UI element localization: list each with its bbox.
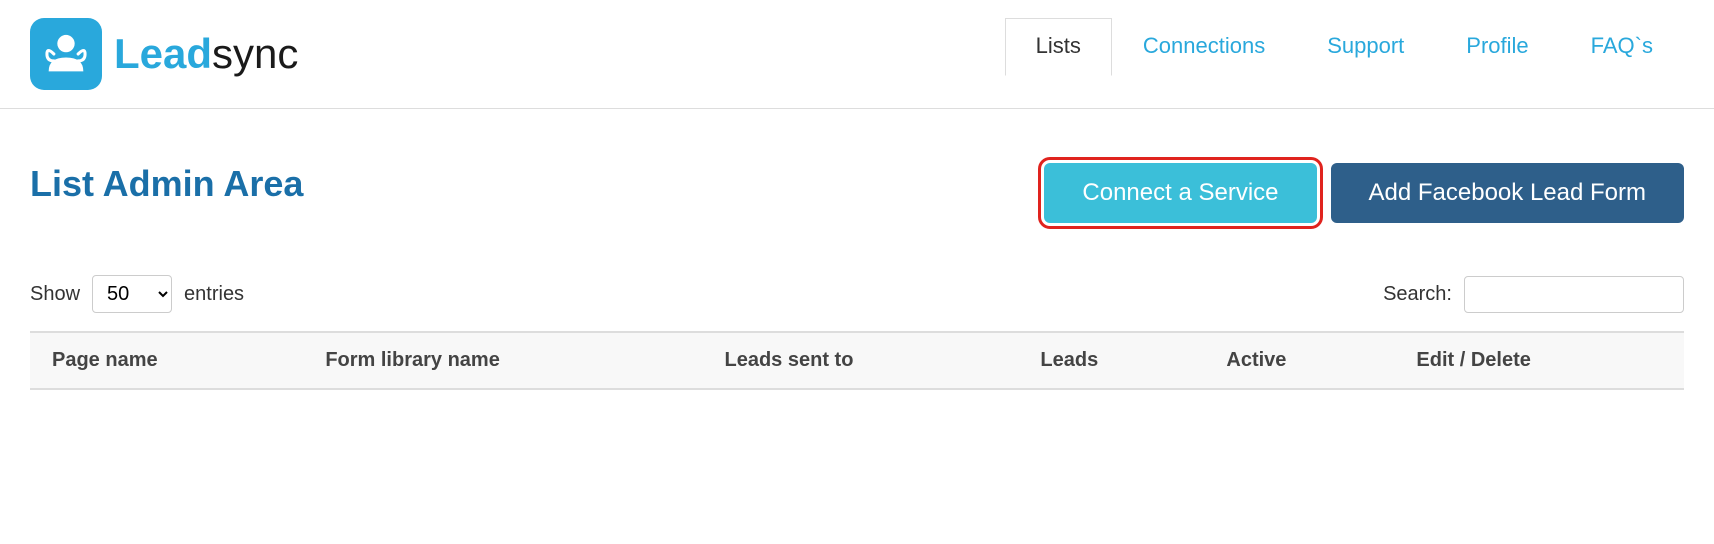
search-input[interactable] bbox=[1464, 276, 1684, 313]
nav-tabs: Lists Connections Support Profile FAQ`s bbox=[1005, 18, 1684, 75]
tab-connections[interactable]: Connections bbox=[1112, 18, 1296, 75]
tab-faqs[interactable]: FAQ`s bbox=[1560, 18, 1684, 75]
col-edit-delete: Edit / Delete bbox=[1394, 332, 1684, 389]
logo-sync: sync bbox=[212, 30, 298, 77]
page-title: List Admin Area bbox=[30, 163, 303, 205]
tab-support[interactable]: Support bbox=[1296, 18, 1435, 75]
col-leads-sent-to: Leads sent to bbox=[703, 332, 1019, 389]
logo-lead: Lead bbox=[114, 30, 212, 77]
tab-lists[interactable]: Lists bbox=[1005, 18, 1112, 76]
search-area: Search: bbox=[1383, 276, 1684, 313]
connect-service-button[interactable]: Connect a Service bbox=[1044, 163, 1316, 223]
col-page-name: Page name bbox=[30, 332, 303, 389]
entries-label: entries bbox=[184, 283, 244, 306]
col-leads: Leads bbox=[1018, 332, 1204, 389]
header: Leadsync Lists Connections Support Profi… bbox=[0, 0, 1714, 109]
table-header-row: Page name Form library name Leads sent t… bbox=[30, 332, 1684, 389]
col-form-library-name: Form library name bbox=[303, 332, 702, 389]
search-label: Search: bbox=[1383, 283, 1452, 306]
table-controls: Show 50 10 25 100 entries Search: bbox=[30, 275, 1684, 313]
show-entries-control: Show 50 10 25 100 entries bbox=[30, 275, 244, 313]
entries-select[interactable]: 50 10 25 100 bbox=[92, 275, 172, 313]
logo-icon bbox=[30, 18, 102, 90]
col-active: Active bbox=[1204, 332, 1394, 389]
tab-profile[interactable]: Profile bbox=[1435, 18, 1559, 75]
table-header: Page name Form library name Leads sent t… bbox=[30, 332, 1684, 389]
logo: Leadsync bbox=[30, 18, 298, 108]
logo-text: Leadsync bbox=[114, 30, 298, 78]
add-facebook-lead-form-button[interactable]: Add Facebook Lead Form bbox=[1331, 163, 1685, 223]
logo-svg bbox=[40, 28, 92, 80]
action-buttons: Connect a Service Add Facebook Lead Form bbox=[1044, 163, 1684, 223]
show-label: Show bbox=[30, 283, 80, 306]
leads-table: Page name Form library name Leads sent t… bbox=[30, 331, 1684, 390]
main-content: List Admin Area Connect a Service Add Fa… bbox=[0, 109, 1714, 390]
